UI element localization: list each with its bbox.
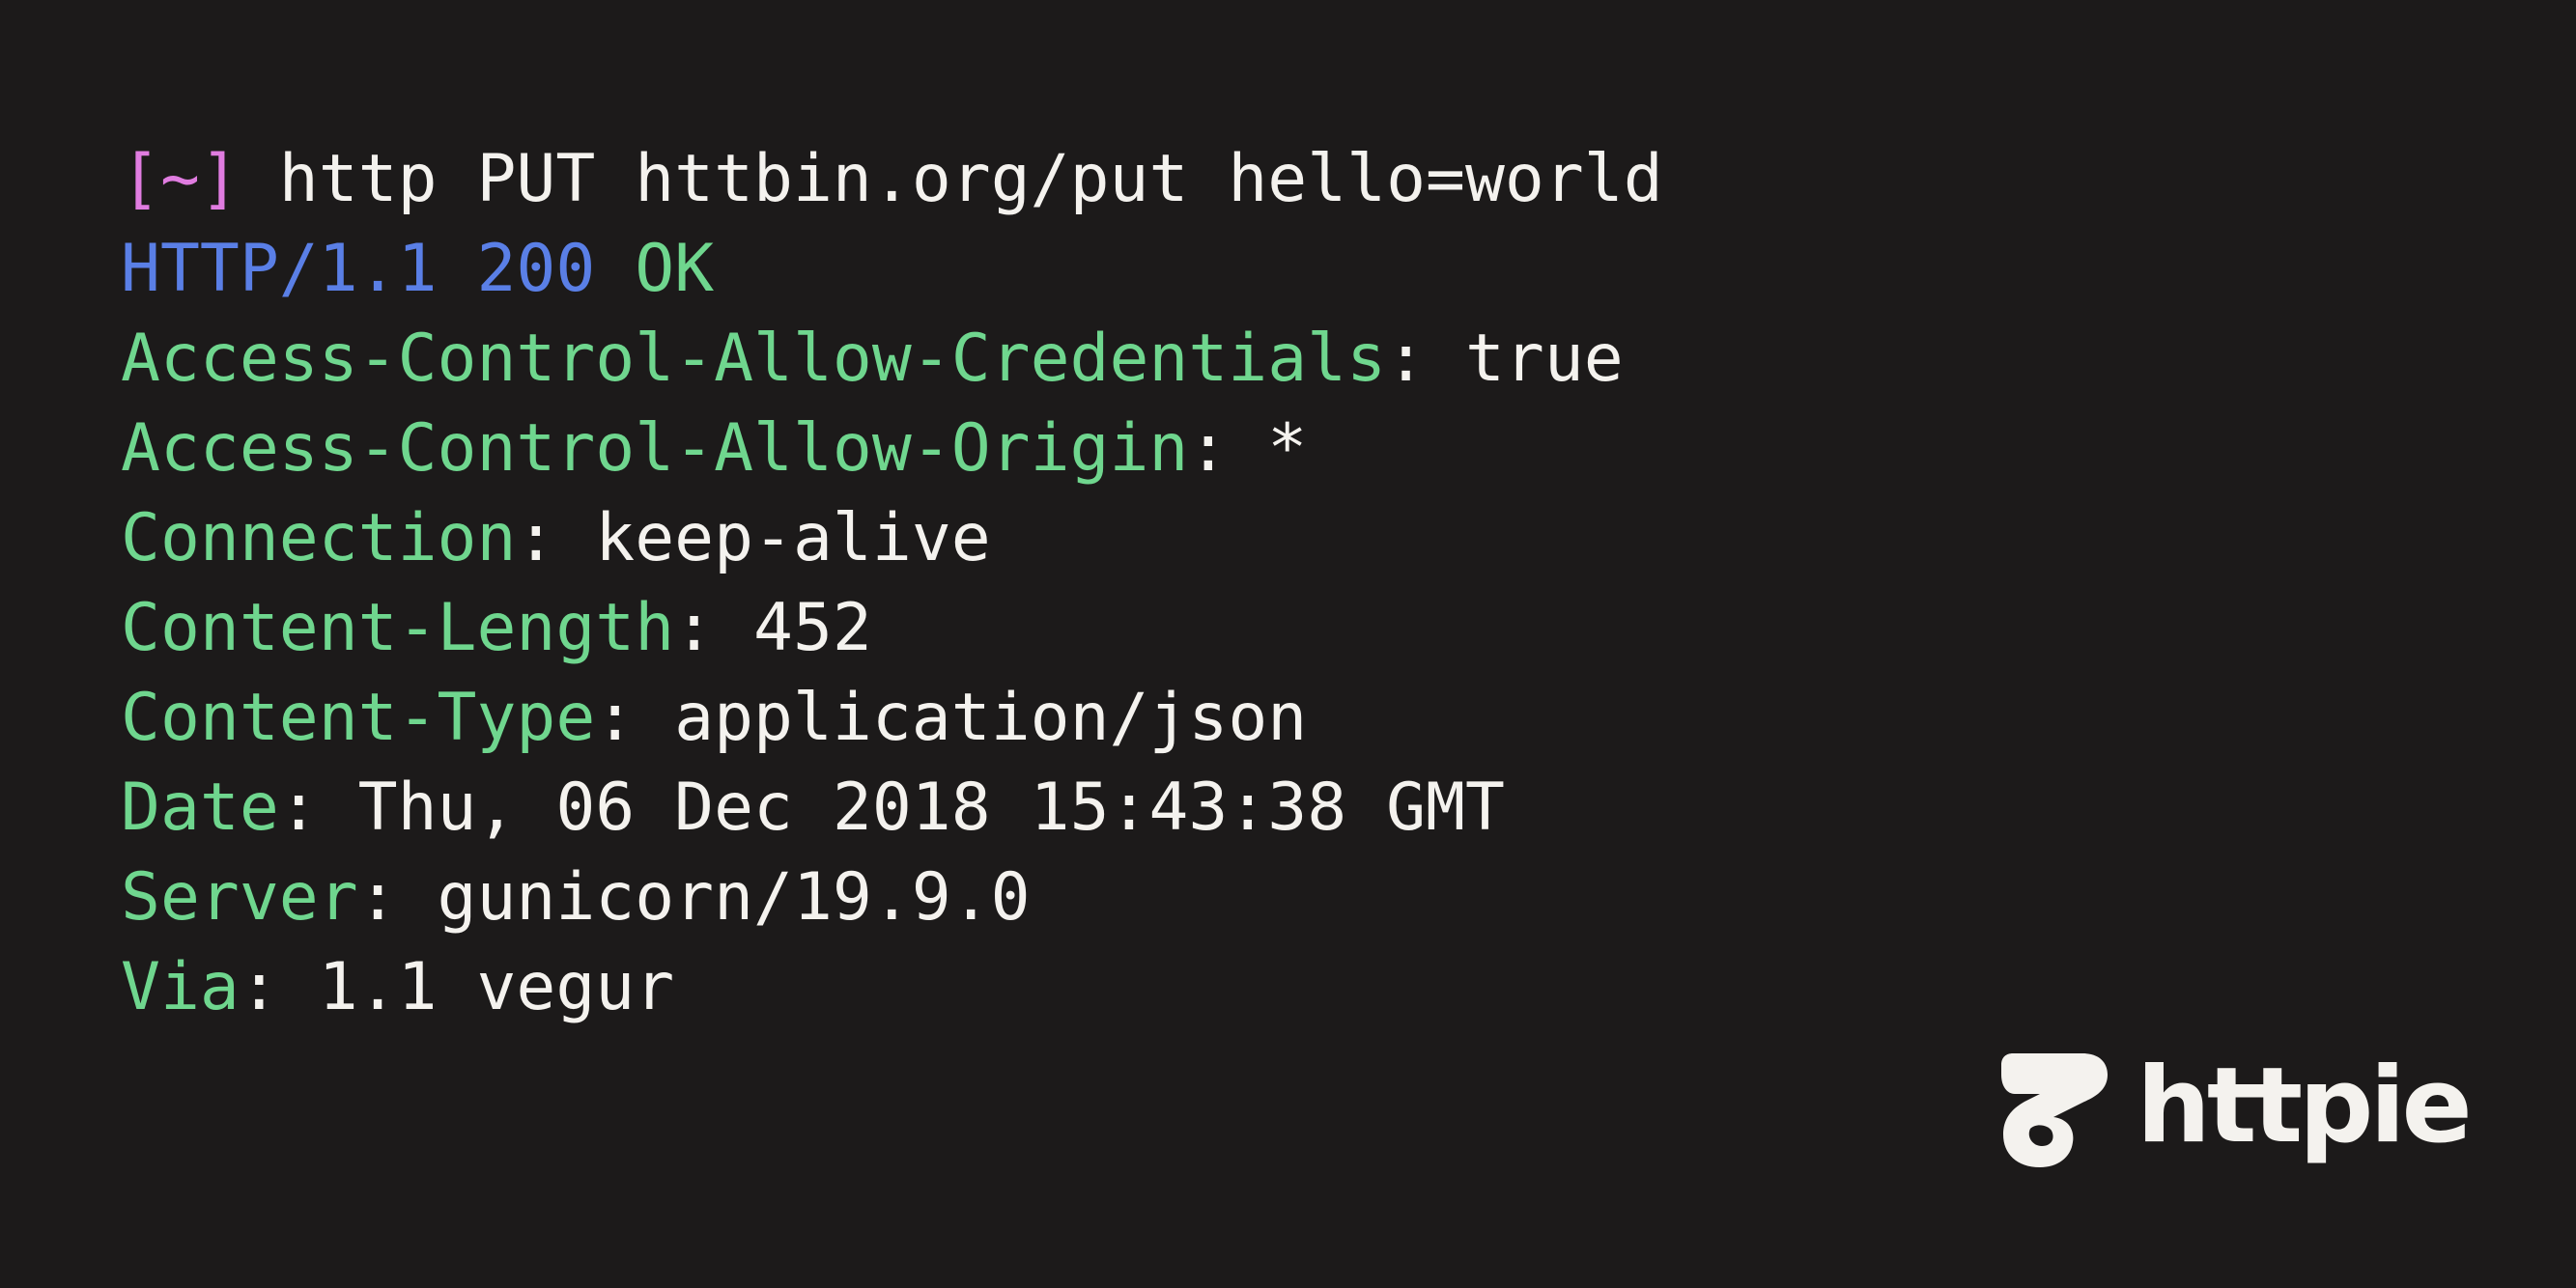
header-line: Via: 1.1 vegur bbox=[121, 942, 2439, 1032]
header-key: Server bbox=[121, 859, 358, 936]
header-value: Thu, 06 Dec 2018 15:43:38 GMT bbox=[357, 770, 1505, 846]
header-value: gunicorn/19.9.0 bbox=[437, 859, 1031, 936]
header-line: Server: gunicorn/19.9.0 bbox=[121, 853, 2439, 942]
header-key: Via bbox=[121, 949, 240, 1025]
header-value: 452 bbox=[753, 590, 872, 666]
header-value: true bbox=[1464, 321, 1624, 397]
header-separator: : bbox=[595, 680, 675, 756]
status-line: HTTP/1.1 200 OK bbox=[121, 224, 2439, 314]
header-key: Content-Type bbox=[121, 680, 596, 756]
status-protocol: HTTP/1.1 bbox=[121, 231, 438, 307]
header-key: Access-Control-Allow-Origin bbox=[121, 410, 1189, 487]
header-value: application/json bbox=[674, 680, 1308, 756]
command-text: http PUT httbin.org/put hello=world bbox=[278, 141, 1663, 217]
status-code: 200 bbox=[476, 231, 596, 307]
header-key: Connection bbox=[121, 500, 517, 576]
header-line: Access-Control-Allow-Credentials: true bbox=[121, 314, 2439, 404]
header-separator: : bbox=[674, 590, 754, 666]
header-line: Access-Control-Allow-Origin: * bbox=[121, 404, 2439, 493]
terminal-output: [~] http PUT httbin.org/put hello=world … bbox=[121, 134, 2439, 1032]
header-line: Content-Length: 452 bbox=[121, 583, 2439, 673]
header-line: Connection: keep-alive bbox=[121, 493, 2439, 583]
header-key: Content-Length bbox=[121, 590, 675, 666]
header-separator: : bbox=[357, 859, 438, 936]
header-separator: : bbox=[516, 500, 596, 576]
status-text: OK bbox=[635, 231, 715, 307]
httpie-logo: httpie bbox=[2001, 1046, 2473, 1167]
httpie-logo-text: httpie bbox=[2137, 1046, 2473, 1166]
header-separator: : bbox=[278, 770, 358, 846]
header-key: Date bbox=[121, 770, 279, 846]
header-line: Content-Type: application/json bbox=[121, 673, 2439, 763]
header-separator: : bbox=[239, 949, 319, 1025]
header-value: * bbox=[1267, 410, 1308, 487]
prompt: [~] bbox=[121, 141, 240, 217]
terminal-window: [~] http PUT httbin.org/put hello=world … bbox=[0, 0, 2576, 1288]
command-line: [~] http PUT httbin.org/put hello=world bbox=[121, 134, 2439, 224]
header-separator: : bbox=[1188, 410, 1268, 487]
header-line: Date: Thu, 06 Dec 2018 15:43:38 GMT bbox=[121, 763, 2439, 853]
header-value: keep-alive bbox=[595, 500, 991, 576]
httpie-logo-icon bbox=[2001, 1046, 2108, 1167]
header-separator: : bbox=[1386, 321, 1465, 397]
header-value: 1.1 vegur bbox=[318, 949, 675, 1025]
header-key: Access-Control-Allow-Credentials bbox=[121, 321, 1387, 397]
